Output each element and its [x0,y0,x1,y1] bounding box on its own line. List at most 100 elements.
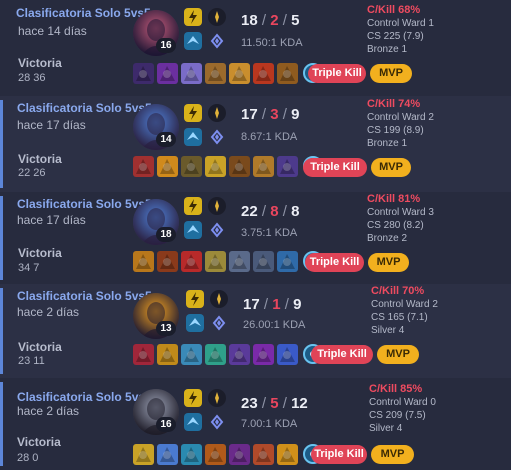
item-icon[interactable] [133,251,154,272]
smite-spell-icon[interactable] [184,221,202,239]
kill-participation: C/Kill 68% [367,4,421,16]
triple-kill-badge: Triple Kill [311,345,373,364]
kda-ratio: 3.75:1 KDA [241,227,298,239]
item-icon[interactable] [253,156,274,177]
item-icon[interactable] [277,63,298,84]
kill-participation: C/Kill 81% [367,193,421,205]
item-icon[interactable] [205,156,226,177]
kda-score: 18 / 2 / 5 [241,12,299,29]
secondary-rune-icon [208,32,226,50]
kda-separator: / [278,12,292,29]
triple-kill-badge: Triple Kill [305,253,364,272]
result-accent-bar [0,288,3,374]
control-ward-count: Control Ward 2 [371,299,438,310]
item-icon[interactable] [229,251,250,272]
item-icon[interactable] [181,63,202,84]
item-icon[interactable] [157,344,178,365]
time-ago: hace 17 días [17,118,86,132]
kda-ratio: 11.50:1 KDA [241,37,303,49]
item-icon[interactable] [277,251,298,272]
average-rank: Bronze 1 [367,138,408,149]
flash-spell-icon[interactable] [184,104,202,122]
item-icon[interactable] [133,63,154,84]
secondary-rune-icon [208,128,226,146]
item-icon[interactable] [277,156,298,177]
creep-score: CS 199 (8.9) [367,125,424,136]
kill-participation: C/Kill 85% [369,383,423,395]
match-duration: 22 26 [18,167,46,179]
keystone-rune-icon [208,104,226,122]
triple-kill-badge: Triple Kill [311,445,367,464]
item-icon[interactable] [253,344,274,365]
smite-spell-icon[interactable] [186,314,204,332]
item-icon[interactable] [181,156,202,177]
mvp-badge: MVP [377,345,419,364]
item-icon[interactable] [229,63,250,84]
control-ward-count: Control Ward 1 [367,18,434,29]
average-rank: Silver 4 [369,423,403,434]
kills-value: 23 [241,395,258,412]
secondary-rune-icon [208,413,226,431]
item-icon[interactable] [205,444,226,465]
item-icon[interactable] [205,251,226,272]
average-rank: Bronze 2 [367,233,408,244]
item-icon[interactable] [157,63,178,84]
keystone-rune-icon [208,8,226,26]
kda-score: 22 / 8 / 8 [241,203,299,220]
item-icon[interactable] [229,344,250,365]
item-icon[interactable] [253,444,274,465]
item-icon[interactable] [133,156,154,177]
smite-spell-icon[interactable] [184,128,202,146]
kda-separator: / [280,296,294,313]
keystone-rune-icon [208,389,226,407]
item-icon[interactable] [157,156,178,177]
time-ago: hace 17 días [17,213,86,227]
kda-separator: / [257,203,271,220]
kda-ratio: 26.00:1 KDA [243,319,306,331]
item-icon[interactable] [229,444,250,465]
smite-spell-icon[interactable] [184,32,202,50]
flash-spell-icon[interactable] [186,290,204,308]
flash-spell-icon[interactable] [184,8,202,26]
item-icon[interactable] [253,251,274,272]
item-icon[interactable] [181,444,202,465]
flash-spell-icon[interactable] [184,389,202,407]
kda-score: 23 / 5 / 12 [241,395,308,412]
kda-separator: / [278,395,292,412]
kda-ratio: 8.67:1 KDA [241,131,298,143]
secondary-rune-icon [208,221,226,239]
item-icon[interactable] [205,63,226,84]
item-icon[interactable] [205,344,226,365]
mvp-badge: MVP [371,158,411,177]
item-icon[interactable] [253,63,274,84]
result-accent-bar [0,196,3,280]
kill-participation: C/Kill 74% [367,98,421,110]
item-icon[interactable] [133,444,154,465]
smite-spell-icon[interactable] [184,413,202,431]
champion-level-badge: 13 [156,321,176,336]
item-icon[interactable] [277,344,298,365]
match-duration: 34 7 [18,262,40,274]
kills-value: 22 [241,203,258,220]
creep-score: CS 225 (7.9) [367,31,424,42]
item-icon[interactable] [181,344,202,365]
item-icon[interactable] [181,251,202,272]
match-stats: C/Kill 68% Control Ward 1 CS 225 (7.9) Bron… [367,4,434,56]
kda-separator: / [278,106,292,123]
match-stats: C/Kill 85% Control Ward 0 CS 209 (7.5) Silv… [369,383,436,435]
item-icon[interactable] [157,444,178,465]
secondary-rune-icon [210,314,228,332]
item-icon[interactable] [277,444,298,465]
flash-spell-icon[interactable] [184,197,202,215]
time-ago: hace 14 días [18,24,87,38]
result-accent-bar [0,382,3,466]
queue-type: Clasificatoria Solo 5vs5 [17,390,152,404]
keystone-rune-icon [208,197,226,215]
item-icon[interactable] [133,344,154,365]
time-ago: hace 2 días [17,404,80,418]
item-icon[interactable] [157,251,178,272]
control-ward-count: Control Ward 2 [367,112,434,123]
deaths-value: 2 [270,12,279,29]
item-icon[interactable] [229,156,250,177]
deaths-value: 8 [270,203,279,220]
